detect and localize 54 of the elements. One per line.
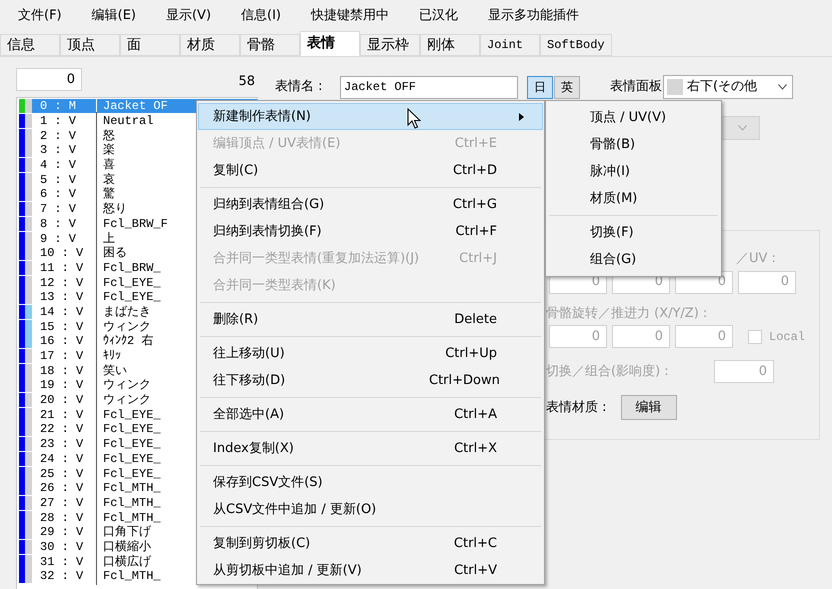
menu-bar-item[interactable]: 信息(I) <box>232 6 290 26</box>
material-label: 表情材质 : <box>546 398 607 417</box>
chevron-down-icon <box>778 84 787 90</box>
tab[interactable]: 骨骼 <box>240 34 300 56</box>
menu-bar-item[interactable]: 编辑(E) <box>82 6 145 26</box>
bone-label: 骨骼旋转／推进力 (X/Y/Z) : <box>545 304 708 322</box>
local-label: Local <box>769 328 806 346</box>
menu-item[interactable]: 新建制作表情(N) <box>198 103 543 130</box>
menu-item[interactable]: 切换(F) <box>547 219 720 246</box>
tab[interactable]: 材质 <box>180 34 240 56</box>
color-swatch <box>667 79 683 95</box>
weight-label: 切换／组合(影响度) : <box>546 362 669 381</box>
name-field[interactable]: Jacket OFF <box>340 76 518 98</box>
edit-button[interactable]: 编辑 <box>620 395 677 420</box>
name-label: 表情名 : <box>275 78 324 96</box>
menu-item[interactable]: 骨骼(B) <box>547 131 720 158</box>
menu-item[interactable]: 删除(R) Delete <box>198 306 543 333</box>
tab[interactable]: 顶点 <box>60 34 120 56</box>
language-button[interactable]: 英 <box>554 76 580 98</box>
number-field[interactable]: 0 <box>16 68 82 91</box>
menu-item[interactable]: 从CSV文件中追加 / 更新(O) <box>198 496 543 523</box>
offset-label: ／UV : <box>736 250 776 268</box>
menu-item[interactable]: 顶点 / UV(V) <box>547 104 720 131</box>
menu-item[interactable]: 往下移动(D) Ctrl+Down <box>198 367 543 394</box>
menu-item[interactable]: 复制到剪切板(C) Ctrl+C <box>198 530 543 557</box>
menu-bar-item[interactable]: 显示(V) <box>156 6 220 26</box>
local-checkbox[interactable] <box>748 330 762 344</box>
menu-bar-item[interactable]: 快捷键禁用中 <box>302 6 398 26</box>
menu-item[interactable]: 脉冲(I) <box>547 158 720 185</box>
menu-item[interactable]: 保存到CSV文件(S) <box>198 469 543 496</box>
tab[interactable]: 信息 <box>0 34 60 56</box>
tab[interactable]: SoftBody <box>540 34 612 56</box>
tab[interactable]: 面 <box>120 34 180 56</box>
menu-item[interactable]: 归纳到表情组合(G) Ctrl+G <box>198 191 543 218</box>
menu-item[interactable]: 往上移动(U) Ctrl+Up <box>198 340 543 367</box>
menu-bar-item[interactable]: 显示多功能插件 <box>479 6 588 26</box>
tab[interactable]: 表情 <box>300 31 360 56</box>
tab[interactable]: Joint <box>480 34 540 56</box>
morph-count: 58 <box>238 72 256 90</box>
tab[interactable]: 显示枠 <box>360 34 420 56</box>
chevron-down-icon <box>738 125 747 131</box>
language-button[interactable]: 日 <box>527 76 553 98</box>
menu-item[interactable]: 复制(C) Ctrl+D <box>198 157 543 184</box>
tab[interactable]: 刚体 <box>420 34 480 56</box>
menu-item[interactable]: 组合(G) <box>547 246 720 273</box>
menu-item[interactable]: 材质(M) <box>547 185 720 212</box>
mouse-pointer-icon <box>407 108 421 130</box>
menu-item[interactable]: 从剪切板中追加 / 更新(V) Ctrl+V <box>198 557 543 584</box>
menu-item[interactable]: Index复制(X) Ctrl+X <box>198 435 543 462</box>
menu-item[interactable]: 归纳到表情切换(F) Ctrl+F <box>198 218 543 245</box>
menu-bar-item[interactable]: 文件(F) <box>9 6 71 26</box>
panel-dropdown[interactable]: 右下(その他 <box>663 75 793 99</box>
panel-label: 表情面板 <box>610 78 662 96</box>
menu-bar-item[interactable]: 已汉化 <box>410 6 468 26</box>
